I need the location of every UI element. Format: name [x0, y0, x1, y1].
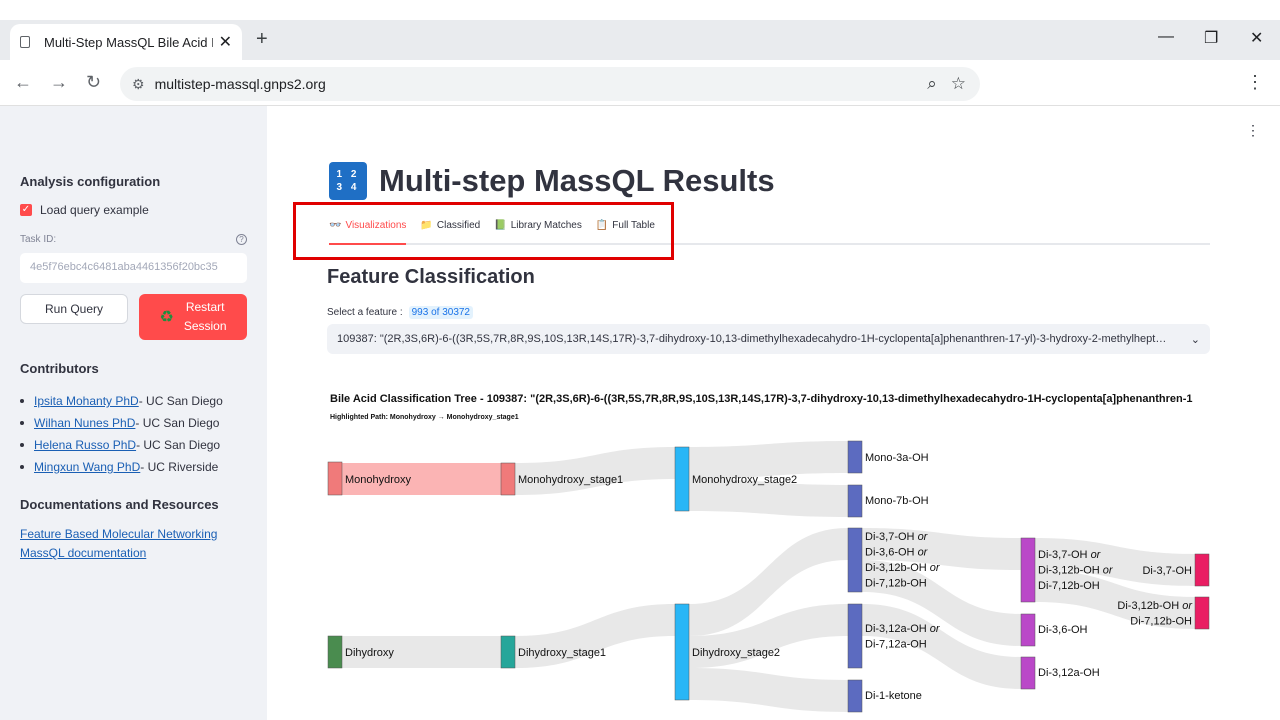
sankey-node-label: Mono-3a-OH	[865, 452, 929, 464]
sankey-node-mono_s1[interactable]	[500, 462, 516, 496]
sankey-node-di_s2[interactable]	[674, 603, 690, 701]
sankey-node-di_s1[interactable]	[500, 635, 516, 669]
sankey-node-label: Dihydroxy_stage1	[518, 647, 606, 659]
sankey-link[interactable]	[515, 447, 675, 495]
sankey-node-label: Monohydroxy_stage1	[518, 474, 623, 486]
sankey-link[interactable]	[689, 668, 848, 712]
sankey-node-label: Dihydroxy_stage2	[692, 647, 780, 659]
sankey-node-mono[interactable]	[327, 461, 343, 496]
sankey-node-label: Di-3,7-OH	[1142, 565, 1192, 577]
sankey-node-label: Di-3,6-OH	[1038, 624, 1088, 636]
sankey-node-di_ket[interactable]	[847, 679, 863, 713]
sankey-node-mono7b[interactable]	[847, 484, 863, 518]
sankey-node-di[interactable]	[327, 635, 343, 669]
sankey-node-label: Monohydroxy_stage2	[692, 474, 797, 486]
sankey-node-di_a[interactable]	[847, 527, 863, 593]
sankey-node-label: Di-1-ketone	[865, 690, 922, 702]
sankey-node-label: Dihydroxy	[345, 647, 394, 659]
sankey-diagram: Monohydroxy Monohydroxy_stage1 Monohydroxy…	[327, 440, 1210, 713]
sankey-node-di_d[interactable]	[1194, 596, 1210, 630]
sankey-node-di37[interactable]	[1194, 553, 1210, 587]
sankey-node-mono3a[interactable]	[847, 440, 863, 474]
sankey-node-mono_s2[interactable]	[674, 446, 690, 512]
sankey-node-di_c[interactable]	[1020, 537, 1036, 603]
sankey-node-label: Mono-7b-OH	[865, 495, 929, 507]
sankey-node-label: Monohydroxy	[345, 474, 412, 486]
sankey-node-label: Di-3,12a-OH	[1038, 667, 1100, 679]
sankey-node-di36[interactable]	[1020, 613, 1036, 647]
sankey-node-di_b[interactable]	[847, 603, 863, 669]
sankey-node-di312a[interactable]	[1020, 656, 1036, 690]
